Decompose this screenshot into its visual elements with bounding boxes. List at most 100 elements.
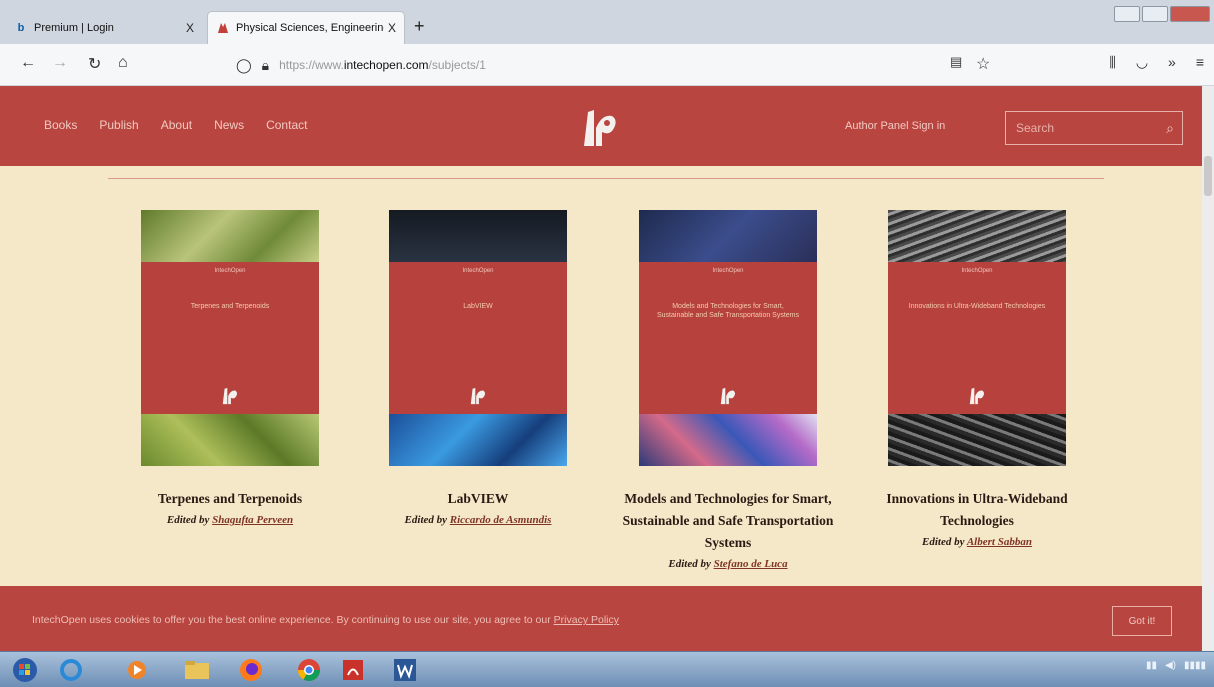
browser-nav-bar: ← → ↻ ⌂ ◯ 🔒︎ https://www. intechopen.com… [0, 44, 1214, 86]
cover-title: Terpenes and Terpenoids [190, 303, 270, 310]
close-tab-icon[interactable]: X [186, 21, 194, 35]
cookie-text: IntechOpen uses cookies to offer you the… [32, 614, 619, 626]
editor-link[interactable]: Stefano de Luca [714, 558, 788, 570]
word-icon[interactable] [386, 656, 424, 684]
cover-logo-icon [720, 387, 736, 405]
url-path: /subjects/1 [428, 58, 486, 72]
firefox-icon[interactable] [232, 656, 270, 684]
cookie-banner: IntechOpen uses cookies to offer you the… [0, 586, 1202, 651]
book-cover[interactable]: IntechOpen Terpenes and Terpenoids [141, 210, 319, 466]
book-editor: Edited by Albert Sabban [857, 536, 1097, 548]
book-editor: Edited by Shagufta Perveen [110, 514, 350, 526]
library-icon[interactable]: ⫼ [1109, 54, 1115, 71]
site-search[interactable]: ⌕ [1005, 111, 1183, 145]
address-bar[interactable]: ◯ 🔒︎ https://www. intechopen.com /subjec… [236, 53, 1016, 77]
nav-contact[interactable]: Contact [266, 118, 307, 132]
pocket-icon[interactable]: ◡ [1136, 54, 1148, 71]
editor-link[interactable]: Albert Sabban [967, 536, 1032, 548]
windows-taskbar: ▮▮ ◀) ▮▮▮▮ [0, 651, 1214, 687]
minimize-button[interactable] [1114, 6, 1140, 22]
editor-link[interactable]: Shagufta Perveen [212, 514, 293, 526]
system-tray: ▮▮ ◀) ▮▮▮▮ [1146, 660, 1206, 671]
bing-icon: b [17, 22, 25, 34]
site-nav: Books Publish About News Contact [44, 118, 307, 132]
url-prefix: https://www. [279, 58, 344, 72]
cover-publisher: IntechOpen [462, 268, 494, 274]
acrobat-icon[interactable] [334, 656, 372, 684]
book-title[interactable]: LabVIEW [358, 488, 598, 510]
new-tab-button[interactable]: + [414, 16, 425, 37]
editor-link[interactable]: Riccardo de Asmundis [450, 514, 552, 526]
menu-icon[interactable]: ≡ [1196, 54, 1204, 71]
book-editor: Edited by Stefano de Luca [608, 558, 848, 570]
intechopen-favicon [216, 21, 230, 35]
browser-tab-physical-sciences[interactable]: Physical Sciences, Engineering X [208, 12, 404, 44]
clock[interactable]: ▮▮▮▮ [1184, 660, 1206, 671]
search-input[interactable] [1014, 120, 1154, 136]
volume-icon[interactable]: ◀) [1165, 660, 1176, 671]
book-cover[interactable]: IntechOpen Innovations in Ultra-Wideband… [888, 210, 1066, 466]
cover-image-bottom [639, 414, 817, 466]
nav-about[interactable]: About [161, 118, 192, 132]
window-controls [1114, 6, 1210, 22]
page-viewport: Books Publish About News Contact Author … [0, 86, 1202, 651]
internet-explorer-icon[interactable] [52, 656, 90, 684]
got-it-button[interactable]: Got it! [1112, 606, 1172, 636]
reload-icon[interactable]: ↻ [88, 54, 101, 74]
book-card[interactable]: IntechOpen Models and Technologies for S… [608, 210, 848, 570]
cover-logo-icon [470, 387, 486, 405]
book-title[interactable]: Terpenes and Terpenoids [110, 488, 350, 510]
close-tab-icon[interactable]: X [388, 21, 396, 35]
site-header: Books Publish About News Contact Author … [0, 86, 1202, 166]
cookie-message: IntechOpen uses cookies to offer you the… [32, 614, 551, 626]
book-editor: Edited by Riccardo de Asmundis [358, 514, 598, 526]
nav-news[interactable]: News [214, 118, 244, 132]
network-icon[interactable]: ▮▮ [1146, 660, 1157, 671]
intechopen-logo[interactable] [580, 106, 620, 150]
close-window-button[interactable] [1170, 6, 1210, 22]
maximize-button[interactable] [1142, 6, 1168, 22]
cover-image-top [888, 210, 1066, 262]
browser-tab-premium-login[interactable]: b Premium | Login X [6, 12, 202, 44]
cover-logo-icon [969, 387, 985, 405]
edited-by-label: Edited by [922, 536, 965, 548]
book-card[interactable]: IntechOpen Terpenes and Terpenoids Terpe… [110, 210, 350, 526]
nav-publish[interactable]: Publish [99, 118, 138, 132]
author-panel-link[interactable]: Author Panel Sign in [845, 120, 945, 132]
back-icon[interactable]: ← [20, 54, 36, 72]
book-card[interactable]: IntechOpen LabVIEW LabVIEW Edited by Ric… [358, 210, 598, 526]
start-button-icon[interactable] [6, 656, 44, 684]
search-icon[interactable]: ⌕ [1166, 120, 1174, 137]
overflow-icon[interactable]: » [1168, 54, 1176, 71]
book-cover[interactable]: IntechOpen LabVIEW [389, 210, 567, 466]
privacy-policy-link[interactable]: Privacy Policy [554, 614, 619, 626]
cover-publisher: IntechOpen [712, 268, 744, 274]
scrollbar-thumb[interactable] [1204, 156, 1212, 196]
edited-by-label: Edited by [166, 514, 210, 526]
book-title[interactable]: Innovations in Ultra-Wideband Technologi… [857, 488, 1097, 532]
bookmark-star-icon[interactable]: ☆ [976, 54, 990, 74]
tab-title: Physical Sciences, Engineering [236, 22, 384, 34]
shield-icon: ◯ [236, 56, 252, 73]
page-scrollbar[interactable] [1202, 86, 1214, 651]
book-card[interactable]: IntechOpen Innovations in Ultra-Wideband… [857, 210, 1097, 548]
book-cover[interactable]: IntechOpen Models and Technologies for S… [639, 210, 817, 466]
media-player-icon[interactable] [118, 656, 156, 684]
file-explorer-icon[interactable] [178, 656, 216, 684]
reader-view-icon[interactable]: ▤ [950, 54, 962, 70]
cover-title: Innovations in Ultra-Wideband Technologi… [908, 303, 1046, 310]
cover-logo-icon [222, 387, 238, 405]
cover-image-bottom [141, 414, 319, 466]
nav-books[interactable]: Books [44, 118, 77, 132]
chrome-icon[interactable] [290, 656, 328, 684]
forward-icon[interactable]: → [52, 54, 68, 72]
cover-image-bottom [888, 414, 1066, 466]
tab-title: Premium | Login [34, 22, 114, 34]
browser-tab-strip: b Premium | Login X Physical Sciences, E… [0, 0, 1214, 44]
book-title[interactable]: Models and Technologies for Smart, Susta… [608, 488, 848, 554]
cover-image-top [639, 210, 817, 262]
home-icon[interactable]: ⌂ [118, 54, 128, 72]
cover-publisher: IntechOpen [214, 268, 246, 274]
cover-image-top [389, 210, 567, 262]
header-divider [108, 178, 1104, 179]
